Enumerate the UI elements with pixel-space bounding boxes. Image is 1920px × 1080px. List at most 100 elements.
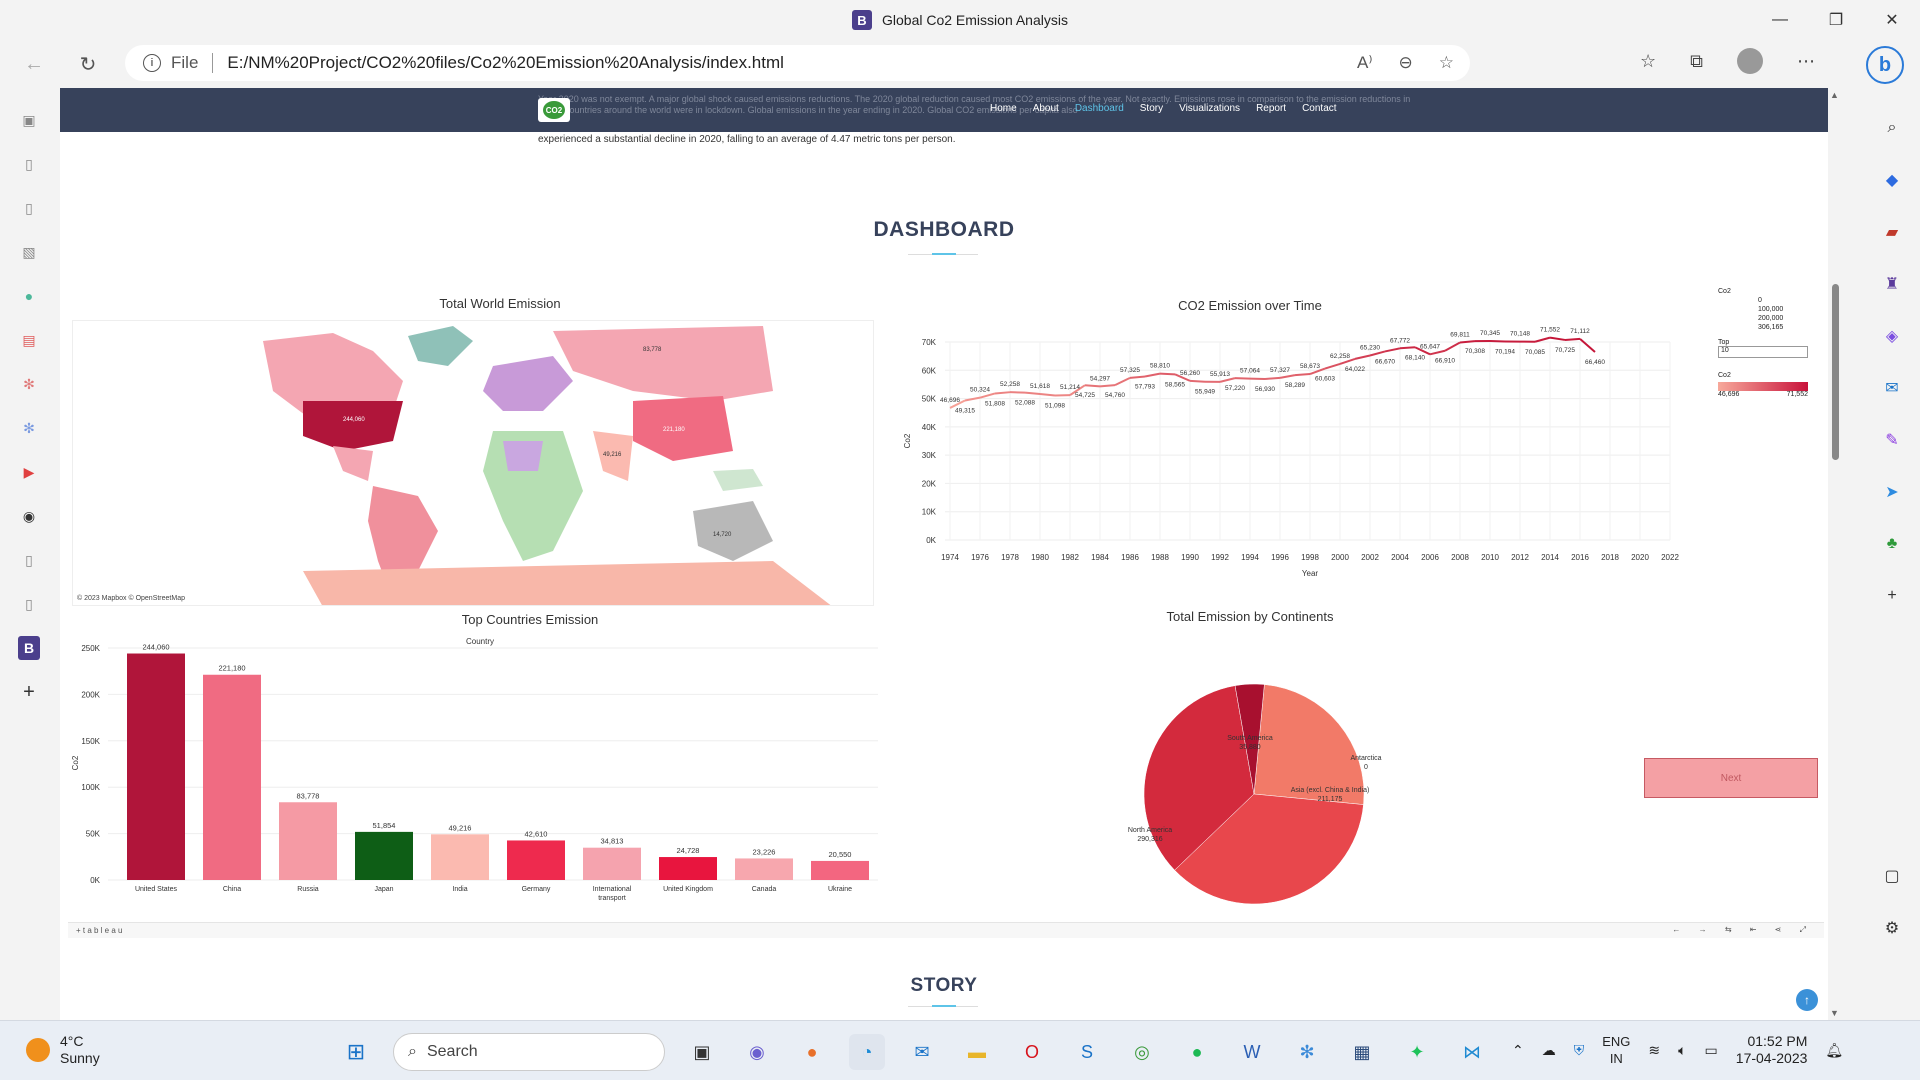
tab-icon[interactable]: ▶: [18, 460, 40, 484]
app-icon[interactable]: ✦: [1399, 1034, 1435, 1070]
tab-icon[interactable]: ▯: [18, 548, 40, 572]
info-icon[interactable]: i: [143, 54, 161, 72]
scroll-thumb[interactable]: [1832, 284, 1839, 460]
edge-icon[interactable]: ◔: [849, 1034, 885, 1070]
notification-icon[interactable]: 🔔︎: [1825, 1042, 1843, 1059]
minimize-icon[interactable]: —: [1752, 0, 1808, 40]
word-icon[interactable]: W: [1234, 1034, 1270, 1070]
language-indicator[interactable]: ENG IN: [1602, 1033, 1630, 1067]
tools-icon[interactable]: ▰: [1880, 220, 1904, 244]
read-aloud-icon[interactable]: A⁾: [1357, 53, 1373, 73]
scroll-up-icon[interactable]: ▲: [1830, 90, 1839, 100]
line-chart[interactable]: 0K 10K 20K 30K 40K 50K 60K 70K 1974 1976 1978 1980 1…: [890, 320, 1710, 600]
start-icon[interactable]: ⊞: [338, 1034, 374, 1070]
url-text[interactable]: E:/NM%20Project/CO2%20files/Co2%20Emissi…: [227, 53, 784, 73]
teams-icon[interactable]: ◉: [739, 1034, 775, 1070]
new-tab-icon[interactable]: +: [18, 680, 40, 704]
tab-icon[interactable]: ✻: [18, 372, 40, 396]
search-icon[interactable]: ⌕: [1880, 116, 1904, 140]
volume-icon[interactable]: 🔈︎: [1678, 1042, 1686, 1059]
task-view-icon[interactable]: ▣: [684, 1034, 720, 1070]
back-icon[interactable]: ←: [14, 44, 54, 84]
tab-icon[interactable]: ●: [18, 284, 40, 308]
firefox-icon[interactable]: ●: [794, 1034, 830, 1070]
microsoft365-icon[interactable]: ◈: [1880, 324, 1904, 348]
nav-link-dashboard[interactable]: Dashboard: [1075, 103, 1124, 114]
copilot-icon[interactable]: b: [1866, 46, 1904, 84]
mail-icon[interactable]: ✉: [904, 1034, 940, 1070]
viz-toolbar-icons[interactable]: ← → ⇆ ⇤ ⋖ ⤢: [1672, 925, 1814, 935]
profile-avatar[interactable]: [1737, 48, 1763, 74]
x-tick-label: 2012: [1511, 553, 1529, 562]
close-icon[interactable]: ✕: [1864, 0, 1920, 40]
world-map[interactable]: 83,778 244,060 221,180 49,216 14,720 © 2…: [72, 320, 874, 606]
snowflake-icon[interactable]: ✻: [1289, 1034, 1325, 1070]
tree-icon[interactable]: ♣: [1880, 532, 1904, 556]
clock[interactable]: 01:52 PM 17-04-2023: [1736, 1033, 1808, 1067]
refresh-icon[interactable]: ↻: [68, 44, 108, 84]
pie-chart[interactable]: Antarctica 0 Asia (excl. China & India) 211…: [1060, 628, 1480, 918]
send-icon[interactable]: ➤: [1880, 480, 1904, 504]
opera-icon[interactable]: O: [1014, 1034, 1050, 1070]
x-tick-label: 1988: [1151, 553, 1169, 562]
designer-icon[interactable]: ✎: [1880, 428, 1904, 452]
back-to-top-button[interactable]: ↑: [1796, 989, 1818, 1011]
scroll-down-icon[interactable]: ▼: [1830, 1008, 1839, 1018]
bar-category-label: India: [452, 886, 467, 893]
site-logo[interactable]: CO2: [538, 98, 570, 122]
nav-link-visualizations[interactable]: Visualizations: [1179, 103, 1240, 114]
spotify-icon[interactable]: ●: [1179, 1034, 1215, 1070]
nav-link-about[interactable]: About: [1033, 103, 1059, 114]
data-label: 58,289: [1285, 382, 1305, 389]
nav-link-story[interactable]: Story: [1140, 103, 1163, 114]
nav-link-home[interactable]: Home: [990, 103, 1017, 114]
tab-icon[interactable]: ▯: [18, 152, 40, 176]
tab-icon[interactable]: ◉: [18, 504, 40, 528]
app-icon[interactable]: ▦: [1344, 1034, 1380, 1070]
tab-actions-icon[interactable]: ▣: [18, 108, 40, 132]
shopping-icon[interactable]: ◆: [1880, 168, 1904, 192]
security-icon[interactable]: ⛨: [1574, 1042, 1585, 1059]
file-explorer-icon[interactable]: ▬: [959, 1034, 995, 1070]
bar-category-label: Russia: [297, 886, 319, 893]
data-label: 58,565: [1165, 381, 1185, 388]
address-bar[interactable]: i File E:/NM%20Project/CO2%20files/Co2%2…: [125, 45, 1470, 81]
data-label: 49,315: [955, 408, 975, 415]
app-icon[interactable]: S: [1069, 1034, 1105, 1070]
nav-link-contact[interactable]: Contact: [1302, 103, 1336, 114]
chrome-icon[interactable]: ◎: [1124, 1034, 1160, 1070]
edge-sidebar: ⌕ ◆ ▰ ♜ ◈ ✉ ✎ ➤ ♣ + ▢ ⚙: [1864, 88, 1920, 1020]
add-icon[interactable]: +: [1880, 584, 1904, 608]
outlook-icon[interactable]: ✉: [1880, 376, 1904, 400]
tab-icon[interactable]: ▯: [18, 196, 40, 220]
chevron-up-icon[interactable]: ⌃: [1512, 1042, 1524, 1059]
next-button[interactable]: Next: [1644, 758, 1818, 798]
series-line-segment: [1189, 379, 1206, 383]
onedrive-icon[interactable]: ☁: [1542, 1042, 1556, 1059]
svg-text:83,778: 83,778: [643, 347, 662, 353]
zoom-icon[interactable]: ⊖: [1399, 53, 1413, 73]
tab-icon[interactable]: ▤: [18, 328, 40, 352]
weather-widget[interactable]: 4°C Sunny: [26, 1033, 100, 1067]
bar-category-label: China: [223, 886, 241, 893]
wifi-icon[interactable]: ≋: [1648, 1042, 1660, 1059]
tab-active-icon[interactable]: B: [18, 636, 40, 660]
tab-icon[interactable]: ▯: [18, 592, 40, 616]
page-scrollbar[interactable]: ▲ ▼: [1829, 88, 1841, 1020]
vscode-icon[interactable]: ⋈: [1454, 1034, 1490, 1070]
more-icon[interactable]: ⋯: [1797, 51, 1815, 72]
games-icon[interactable]: ♜: [1880, 272, 1904, 296]
collections-icon[interactable]: ⧉: [1690, 51, 1703, 72]
add-favorite-icon[interactable]: ☆: [1439, 53, 1454, 73]
nav-link-report[interactable]: Report: [1256, 103, 1286, 114]
sidebar-toggle-icon[interactable]: ▢: [1880, 864, 1904, 888]
restore-icon[interactable]: ❐: [1808, 0, 1864, 40]
tab-icon[interactable]: ✻: [18, 416, 40, 440]
battery-icon[interactable]: ▭: [1705, 1042, 1718, 1059]
bar-chart[interactable]: Country 0K 50K 100K 150K 200K 250K Co2 244,060 Un…: [68, 628, 878, 918]
tab-icon[interactable]: ▧: [18, 240, 40, 264]
top-filter-input[interactable]: 10: [1718, 346, 1808, 358]
favorites-icon[interactable]: ☆: [1640, 51, 1656, 72]
taskbar-search[interactable]: ⌕ Search: [393, 1033, 665, 1071]
settings-icon[interactable]: ⚙: [1880, 916, 1904, 940]
